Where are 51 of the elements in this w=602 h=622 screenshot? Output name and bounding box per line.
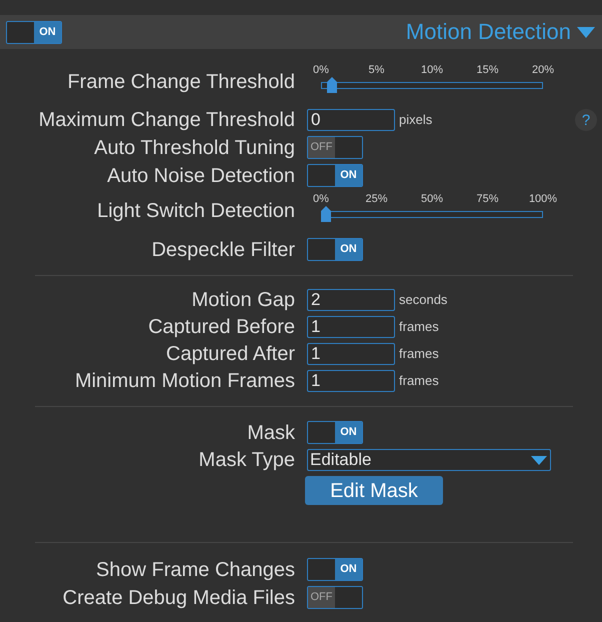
unit-label: seconds: [399, 292, 448, 308]
field-label: Auto Noise Detection: [107, 164, 295, 186]
slider-track[interactable]: [321, 206, 543, 222]
slider-track[interactable]: [321, 77, 543, 93]
field-label: Light Switch Detection: [97, 200, 295, 222]
caret-icon[interactable]: [577, 26, 595, 38]
number-input[interactable]: 1: [307, 370, 395, 392]
unit-label: frames: [399, 319, 439, 335]
slider-thumb[interactable]: [327, 77, 338, 93]
toggle-switch[interactable]: ON: [307, 164, 363, 187]
slider-thumb[interactable]: [321, 206, 331, 222]
field-label: Minimum Motion Frames: [74, 370, 295, 392]
help-icon[interactable]: ?: [575, 109, 597, 131]
toggle-switch[interactable]: ON: [307, 421, 363, 444]
number-input[interactable]: 1: [307, 343, 395, 365]
section-title[interactable]: Motion Detection: [406, 19, 571, 45]
field-label: Maximum Change Threshold: [38, 109, 295, 131]
unit-label: frames: [399, 346, 439, 362]
field-label: Show Frame Changes: [96, 558, 295, 580]
field-label: Mask Type: [198, 449, 295, 471]
toggle-switch[interactable]: ON: [6, 20, 62, 44]
field-label: Auto Threshold Tuning: [94, 136, 295, 158]
tick-label: 20%: [532, 63, 554, 77]
toggle-switch[interactable]: ON: [307, 558, 363, 581]
caret-icon: [531, 456, 547, 464]
number-input[interactable]: 0: [307, 109, 395, 131]
number-input[interactable]: 1: [307, 316, 395, 338]
field-label: Despeckle Filter: [152, 238, 295, 260]
number-input[interactable]: 2: [307, 289, 395, 311]
unit-label: frames: [399, 373, 439, 389]
tick-label: 5%: [368, 63, 384, 77]
tick-label: 0%: [313, 63, 329, 77]
dropdown-select[interactable]: Editable: [307, 449, 551, 471]
edit-mask-button[interactable]: Edit Mask: [305, 476, 443, 505]
tick-label: 100%: [528, 192, 558, 206]
tick-label: 25%: [365, 192, 388, 206]
toggle-switch[interactable]: ON: [307, 238, 363, 261]
tick-label: 0%: [313, 192, 329, 206]
field-label: Motion Gap: [192, 289, 295, 311]
field-label: Captured After: [166, 343, 295, 365]
field-label: Create Debug Media Files: [62, 586, 295, 608]
tick-label: 15%: [476, 63, 499, 77]
tick-label: 75%: [476, 192, 499, 206]
toggle-switch[interactable]: OFF: [307, 136, 363, 159]
field-label: Frame Change Threshold: [67, 71, 295, 93]
unit-label: pixels: [399, 112, 432, 128]
toggle-switch[interactable]: OFF: [307, 586, 363, 609]
field-label: Mask: [247, 422, 295, 444]
field-label: Captured Before: [148, 316, 295, 338]
tick-label: 50%: [420, 192, 444, 206]
tick-label: 10%: [420, 63, 444, 77]
